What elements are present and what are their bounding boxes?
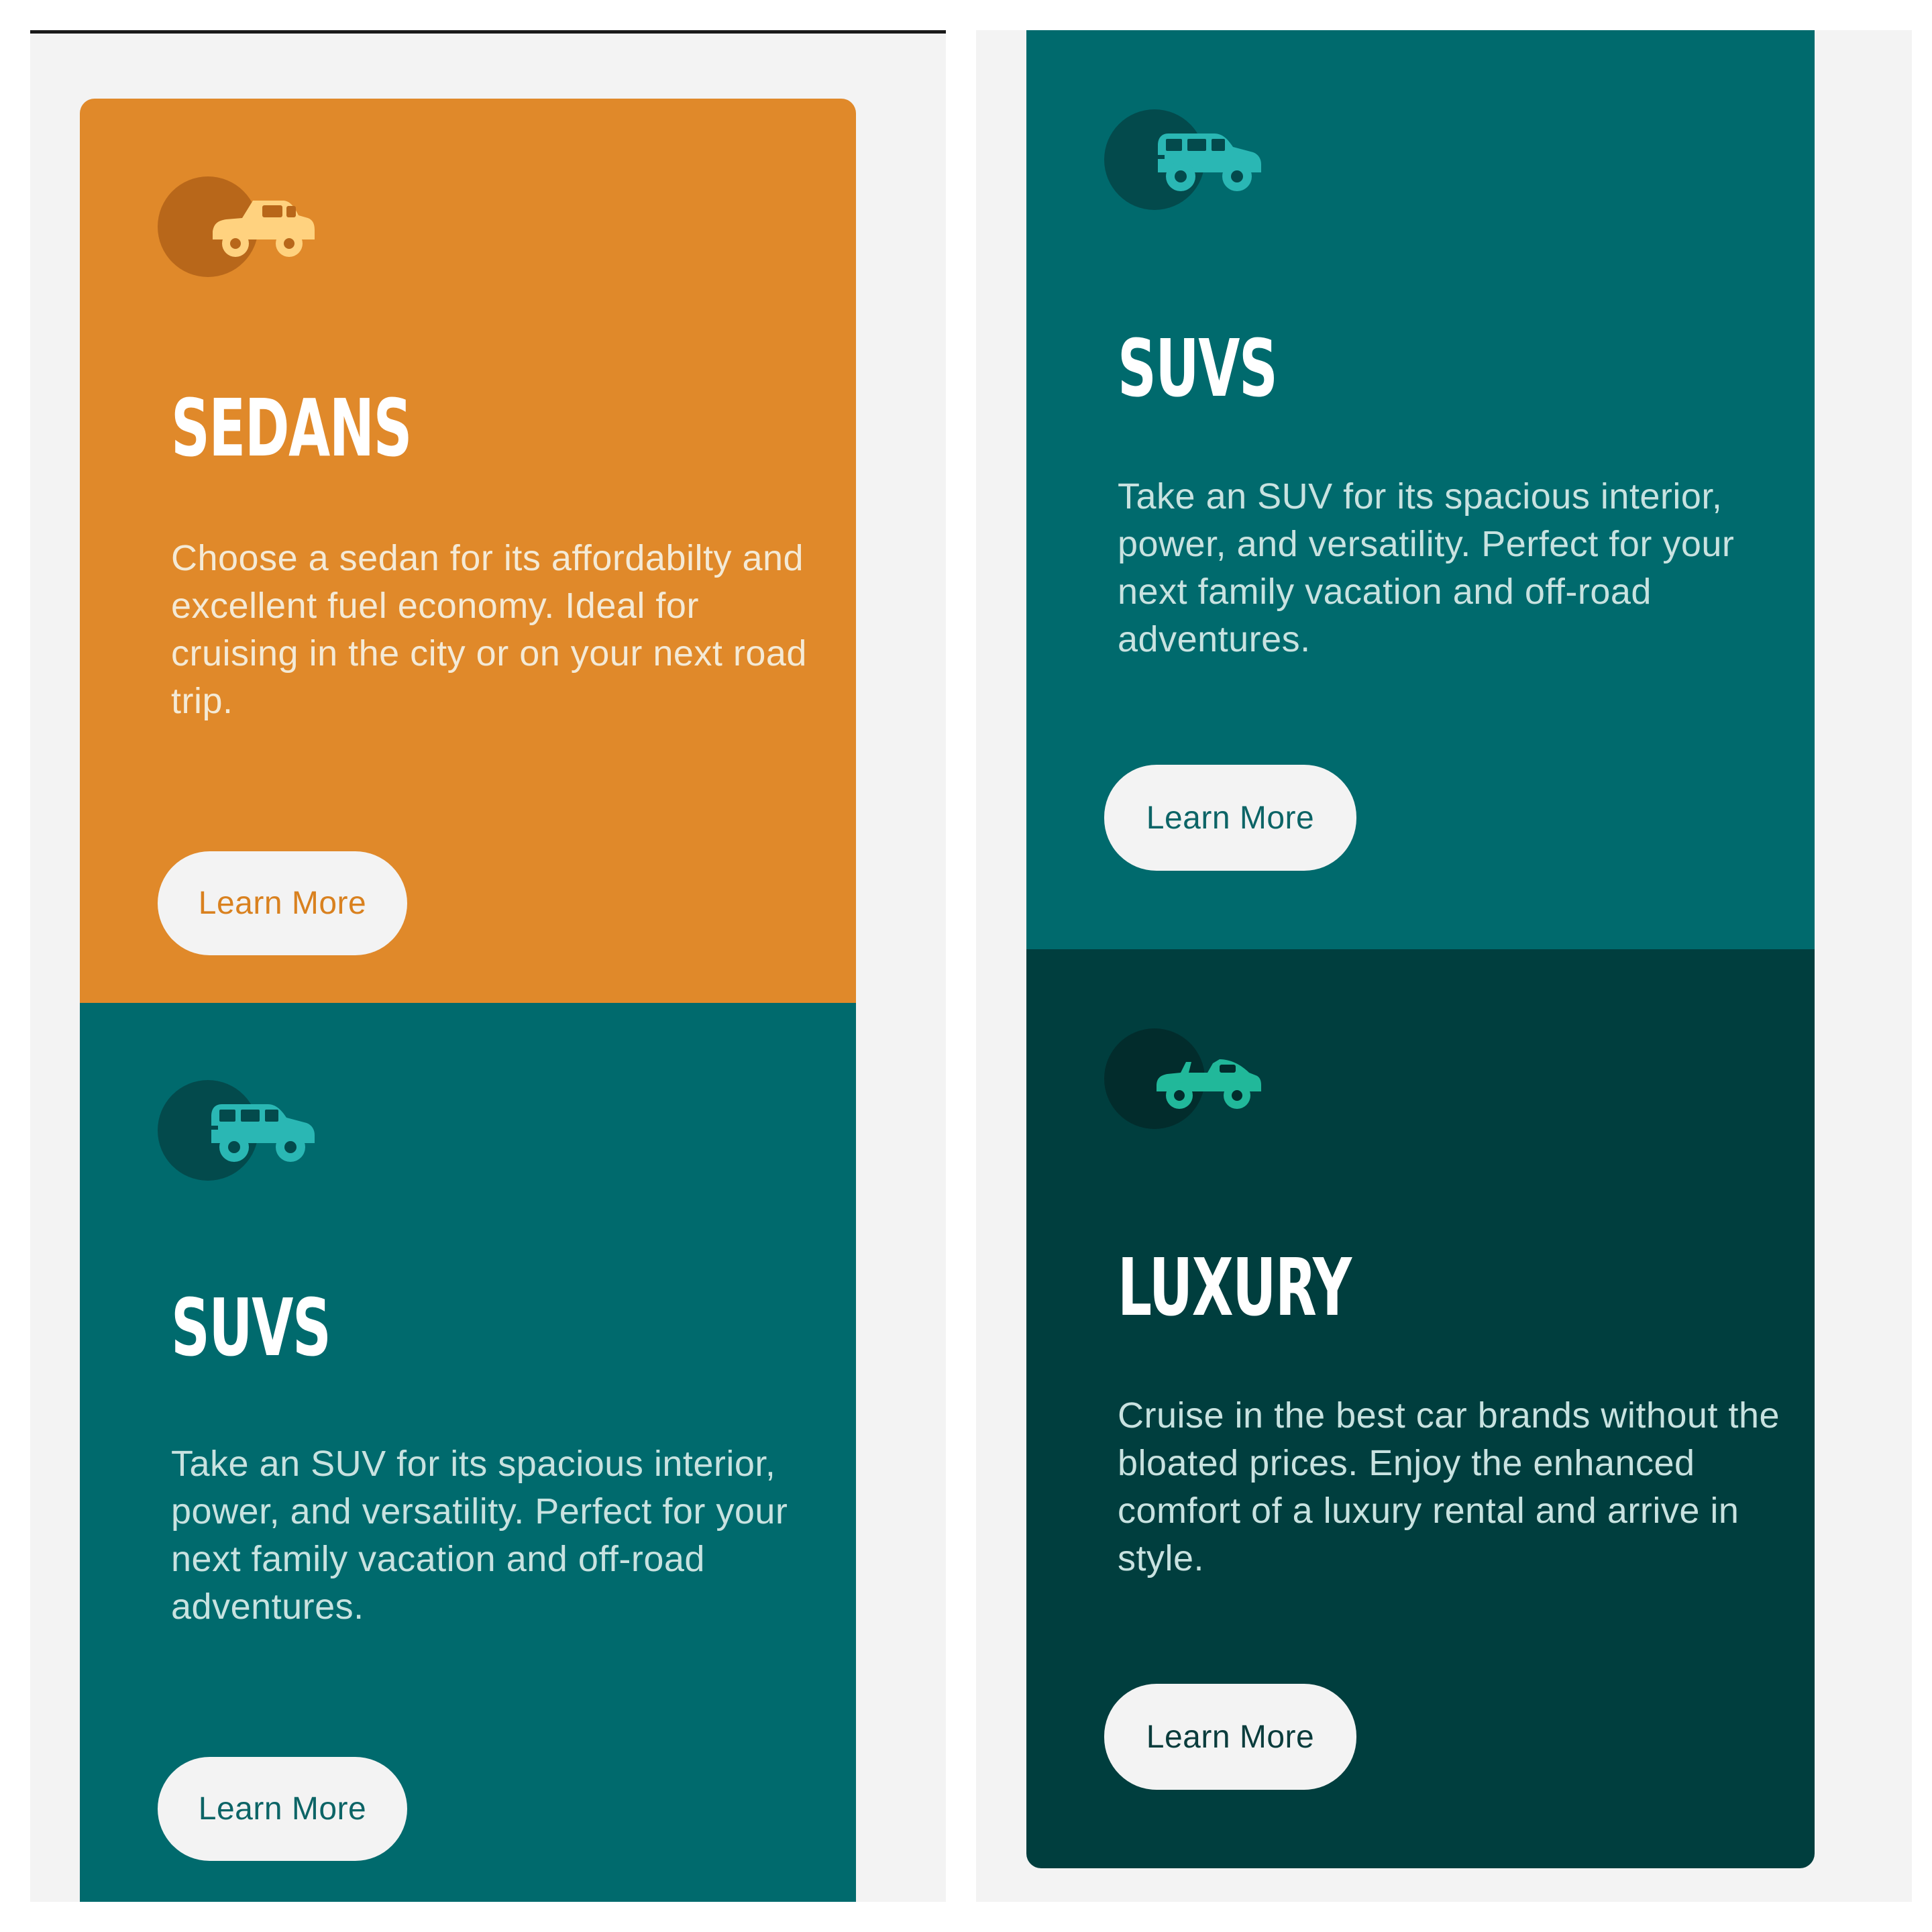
- right-screenshot-panel: SUVS Take an SUV for its spacious interi…: [976, 30, 1912, 1902]
- card-description: Take an SUV for its spacious interior, p…: [171, 1444, 788, 1627]
- suvs-card: SUVS Take an SUV for its spacious interi…: [80, 1003, 856, 1902]
- learn-more-button[interactable]: Learn More: [1104, 765, 1356, 871]
- card-title: SEDANS: [171, 382, 412, 474]
- suv-icon: [1104, 109, 1272, 217]
- card-title: LUXURY: [1118, 1241, 1352, 1334]
- card-title: SUVS: [1118, 322, 1278, 415]
- learn-more-button[interactable]: Learn More: [1104, 1684, 1356, 1790]
- learn-more-button[interactable]: Learn More: [158, 851, 407, 955]
- sedans-card: SEDANS Choose a sedan for its affordabil…: [80, 99, 856, 1003]
- left-screenshot-panel: SEDANS Choose a sedan for its affordabil…: [30, 30, 946, 1902]
- card-description: Choose a sedan for its affordabilty and …: [171, 538, 807, 721]
- learn-more-button[interactable]: Learn More: [158, 1757, 407, 1861]
- card-description: Cruise in the best car brands without th…: [1118, 1395, 1780, 1578]
- luxury-card: LUXURY Cruise in the best car brands wit…: [1026, 949, 1815, 1868]
- sedan-icon: [158, 176, 325, 284]
- suv-icon: [158, 1080, 325, 1187]
- convertible-icon: [1104, 1028, 1272, 1136]
- top-divider: [30, 30, 946, 34]
- card-title: SUVS: [171, 1281, 331, 1374]
- card-description: Take an SUV for its spacious interior, p…: [1118, 476, 1735, 659]
- suvs-card: SUVS Take an SUV for its spacious interi…: [1026, 30, 1815, 949]
